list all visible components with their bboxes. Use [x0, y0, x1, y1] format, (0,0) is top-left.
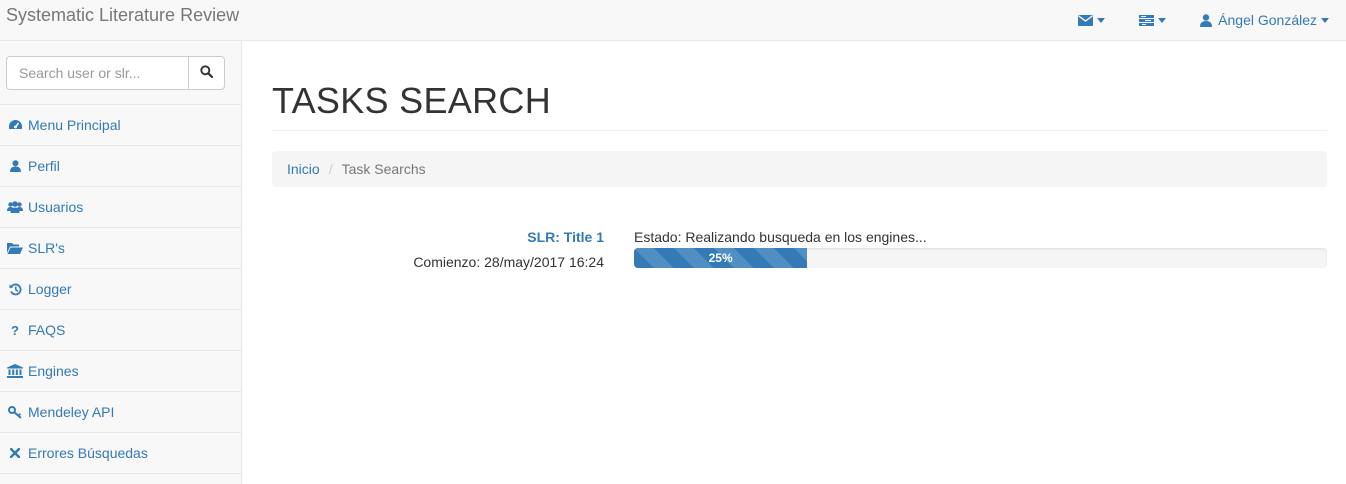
- task-title-link[interactable]: SLR: Title 1: [413, 227, 604, 247]
- sidebar-item-mendeley-api[interactable]: Mendeley API: [0, 392, 241, 433]
- sidebar-item-label: SLR's: [28, 240, 65, 256]
- sidebar-item-logger[interactable]: Logger: [0, 269, 241, 310]
- sidebar-item-label: FAQS: [28, 322, 66, 338]
- tasks-dropdown[interactable]: [1122, 0, 1183, 40]
- sidebar: Menu Principal Perfil Usuarios SLR's Log…: [0, 41, 242, 484]
- sidebar-item-label: Menu Principal: [28, 117, 121, 133]
- sidebar-item-label: Usuarios: [28, 199, 84, 215]
- progress-bar: 25%: [634, 248, 808, 268]
- progress-track: 25%: [634, 248, 1327, 268]
- sidebar-item-label: Logger: [28, 281, 72, 297]
- search-button[interactable]: [188, 56, 225, 90]
- times-icon: [7, 445, 23, 461]
- task-row: SLR: Title 1 Comienzo: 28/may/2017 16:24…: [272, 227, 1327, 277]
- question-icon: ?: [11, 322, 19, 338]
- history-icon: [7, 281, 23, 297]
- folder-open-icon: [7, 240, 23, 256]
- task-info: SLR: Title 1 Comienzo: 28/may/2017 16:24: [413, 227, 604, 272]
- sidebar-item-errores-busquedas[interactable]: Errores Búsquedas: [0, 433, 241, 474]
- dashboard-icon: [7, 117, 23, 133]
- tasks-icon: [1139, 14, 1155, 26]
- key-icon: [7, 404, 23, 420]
- messages-dropdown[interactable]: [1061, 0, 1122, 40]
- task-start-time: Comienzo: 28/may/2017 16:24: [413, 254, 604, 270]
- breadcrumb-current: Task Searchs: [341, 161, 426, 177]
- sidebar-item-menu-principal[interactable]: Menu Principal: [0, 105, 241, 146]
- chevron-down-icon: [1097, 17, 1106, 23]
- main-content: TASKS SEARCH Inicio / Task Searchs SLR: …: [272, 41, 1327, 270]
- page-title: TASKS SEARCH: [272, 80, 1327, 131]
- sidebar-item-usuarios[interactable]: Usuarios: [0, 187, 241, 228]
- sidebar-item-perfil[interactable]: Perfil: [0, 146, 241, 187]
- app-brand[interactable]: Systematic Literature Review: [6, 4, 239, 26]
- sidebar-item-slrs[interactable]: SLR's: [0, 228, 241, 269]
- sidebar-item-engines[interactable]: Engines: [0, 351, 241, 392]
- breadcrumb-separator: /: [328, 161, 333, 177]
- users-icon: [7, 199, 23, 215]
- chevron-down-icon: [1321, 17, 1329, 23]
- navbar-right: Ángel González: [1061, 0, 1346, 40]
- user-icon: [1200, 13, 1213, 27]
- sidebar-item-faqs[interactable]: ? FAQS: [0, 310, 241, 351]
- chevron-down-icon: [1158, 17, 1167, 23]
- user-name: Ángel González: [1218, 12, 1317, 28]
- task-progress-area: Estado: Realizando busqueda en los engin…: [634, 227, 1327, 268]
- breadcrumb-home-link[interactable]: Inicio: [287, 161, 320, 177]
- task-status: Estado: Realizando busqueda en los engin…: [634, 229, 927, 245]
- sidebar-item-label: Engines: [28, 363, 79, 379]
- bank-icon: [7, 363, 23, 379]
- top-navbar: Systematic Literature Review Ángel Gonzá…: [0, 0, 1346, 41]
- user-icon: [7, 158, 23, 174]
- search-input[interactable]: [6, 56, 188, 90]
- envelope-icon: [1078, 14, 1094, 26]
- breadcrumb: Inicio / Task Searchs: [272, 151, 1327, 187]
- sidebar-search: [0, 41, 241, 105]
- user-dropdown[interactable]: Ángel González: [1183, 0, 1346, 40]
- sidebar-item-label: Mendeley API: [28, 404, 115, 420]
- search-icon: [200, 65, 214, 81]
- sidebar-item-label: Perfil: [28, 158, 60, 174]
- sidebar-item-label: Errores Búsquedas: [28, 445, 148, 461]
